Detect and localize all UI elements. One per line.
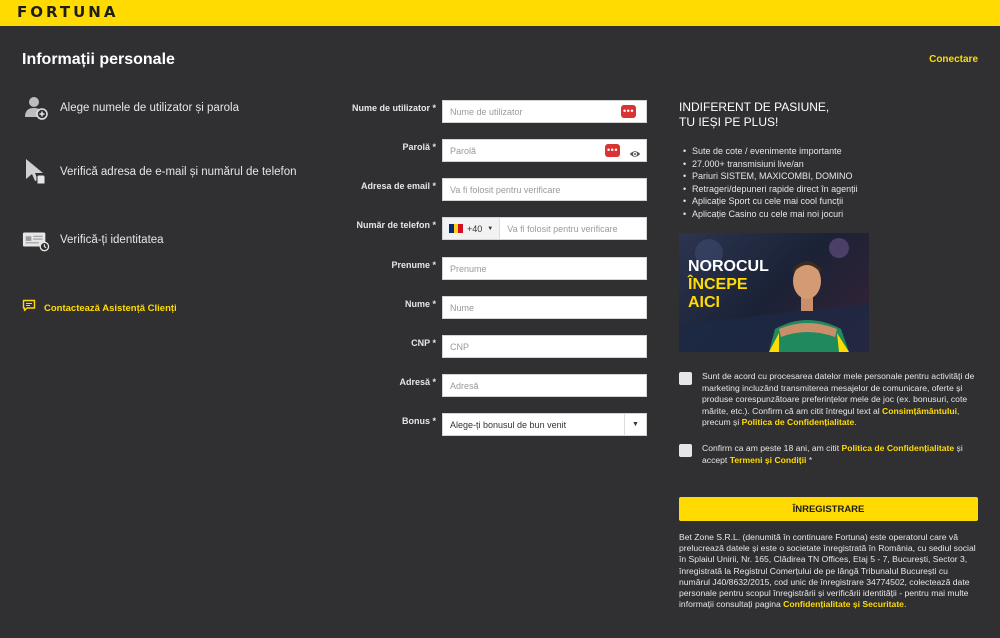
promo-title: INDIFERENT DE PASIUNE, TU IEȘI PE PLUS! <box>679 100 829 130</box>
first-name-label: Prenume * <box>391 260 436 270</box>
cursor-click-icon <box>22 158 50 186</box>
promo-item: Aplicație Casino cu cele mai noi jocuri <box>679 208 858 221</box>
last-name-row: Nume * <box>330 296 654 319</box>
login-link[interactable]: Conectare <box>929 54 978 65</box>
step-verify-contact: Verifică adresa de e-mail și numărul de … <box>22 158 297 186</box>
promo-item: Pariuri SISTEM, MAXICOMBI, DOMINO <box>679 170 858 183</box>
step-verify-identity: Verifică-ți identitatea <box>22 226 164 254</box>
marketing-consent-checkbox[interactable] <box>679 372 692 385</box>
caret-down-icon: ▼ <box>487 225 494 232</box>
age-terms-checkbox[interactable] <box>679 444 692 457</box>
bonus-select[interactable]: Alege-ți bonusul de bun venit ▼ <box>442 413 647 436</box>
promo-list: Sute de cote / evenimente importante 27.… <box>679 145 858 221</box>
phone-row: Număr de telefon * +40 ▼ <box>330 217 654 240</box>
age-terms-text: Confirm ca am peste 18 ani, am citit Pol… <box>702 443 988 466</box>
support-label: Contactează Asistență Clienți <box>44 302 177 314</box>
password-label: Parolă * <box>402 142 436 152</box>
banner-line: AICI <box>688 294 720 311</box>
step-label: Alege numele de utilizator și parola <box>60 102 239 114</box>
first-name-input[interactable] <box>443 258 646 279</box>
romania-flag-icon <box>449 224 464 233</box>
customer-support-link[interactable]: Contactează Asistență Clienți <box>22 299 177 317</box>
terms-link[interactable]: Termeni și Condiții <box>730 455 807 465</box>
username-label: Nume de utilizator * <box>351 103 436 113</box>
eye-icon[interactable] <box>629 146 641 164</box>
register-button[interactable]: ÎNREGISTRARE <box>679 497 978 521</box>
user-add-icon <box>22 94 50 122</box>
banner-line: ÎNCEPE <box>688 276 748 293</box>
promo-item: Sute de cote / evenimente importante <box>679 145 858 158</box>
legal-text: Bet Zone S.R.L. (denumită în continuare … <box>679 532 976 610</box>
consent-text: * <box>806 454 813 465</box>
password-row: Parolă * ••• <box>330 139 654 162</box>
phone-label: Număr de telefon * <box>356 220 436 230</box>
consent-text: . <box>854 417 857 428</box>
username-input[interactable] <box>443 101 646 122</box>
country-code: +40 <box>467 223 483 234</box>
page-title: Informații personale <box>22 51 175 68</box>
privacy-policy-link[interactable]: Politica de Confidențialitate <box>742 417 855 427</box>
chat-icon <box>22 299 36 317</box>
promo-item: Aplicație Sport cu cele mai cool funcții <box>679 195 858 208</box>
email-input[interactable] <box>443 179 646 200</box>
country-code-select[interactable]: +40 ▼ <box>443 218 501 239</box>
consent-text: Confirm ca am peste 18 ani, am citit <box>702 443 842 453</box>
step-label: Verifică adresa de e-mail și numărul de … <box>60 166 297 178</box>
privacy-policy-link[interactable]: Politica de Confidențialitate <box>841 443 954 453</box>
age-terms-consent: Confirm ca am peste 18 ani, am citit Pol… <box>679 443 988 466</box>
cnp-row: CNP * <box>330 335 654 358</box>
privacy-security-link[interactable]: Confidențialitate și Securitate <box>783 599 904 609</box>
step-label: Verifică-ți identitatea <box>60 234 164 246</box>
promo-banner[interactable]: NOROCUL ÎNCEPE AICI <box>679 233 869 352</box>
banner-text: NOROCUL ÎNCEPE AICI <box>688 258 769 312</box>
email-row: Adresa de email * <box>330 178 654 201</box>
bonus-label: Bonus * <box>401 416 436 426</box>
address-input[interactable] <box>443 375 646 396</box>
step-username-password: Alege numele de utilizator și parola <box>22 94 239 122</box>
bonus-selected-value: Alege-ți bonusul de bun venit <box>450 419 567 430</box>
consent-link[interactable]: Consimțământului <box>882 406 957 416</box>
first-name-row: Prenume * <box>330 257 654 280</box>
password-manager-icon[interactable]: ••• <box>605 144 620 157</box>
id-card-icon <box>22 226 50 254</box>
legal-notice: Bet Zone S.R.L. (denumită în continuare … <box>679 532 977 610</box>
promo-item: Retrageri/depuneri rapide direct în agen… <box>679 183 858 196</box>
email-label: Adresa de email * <box>360 181 436 191</box>
address-row: Adresă * <box>330 374 654 397</box>
phone-input[interactable] <box>500 218 646 239</box>
banner-line: NOROCUL <box>688 258 769 275</box>
password-manager-icon[interactable]: ••• <box>621 105 636 118</box>
marketing-consent: Sunt de acord cu procesarea datelor mele… <box>679 371 988 429</box>
promo-title-line: INDIFERENT DE PASIUNE, <box>679 100 830 114</box>
top-bar: FORTUNA <box>0 0 1000 26</box>
caret-down-icon: ▼ <box>624 414 646 435</box>
username-row: Nume de utilizator * ••• <box>330 100 654 123</box>
marketing-consent-text: Sunt de acord cu procesarea datelor mele… <box>702 371 988 429</box>
promo-title-line: TU IEȘI PE PLUS! <box>679 115 779 129</box>
cnp-input[interactable] <box>443 336 646 357</box>
legal-text: . <box>903 599 907 610</box>
last-name-label: Nume * <box>404 299 436 309</box>
address-label: Adresă * <box>399 377 436 387</box>
cnp-label: CNP * <box>411 338 436 348</box>
bonus-row: Bonus * Alege-ți bonusul de bun venit ▼ <box>330 413 654 436</box>
last-name-input[interactable] <box>443 297 646 318</box>
fortuna-logo[interactable]: FORTUNA <box>17 3 118 21</box>
promo-item: 27.000+ transmisiuni live/an <box>679 158 858 171</box>
